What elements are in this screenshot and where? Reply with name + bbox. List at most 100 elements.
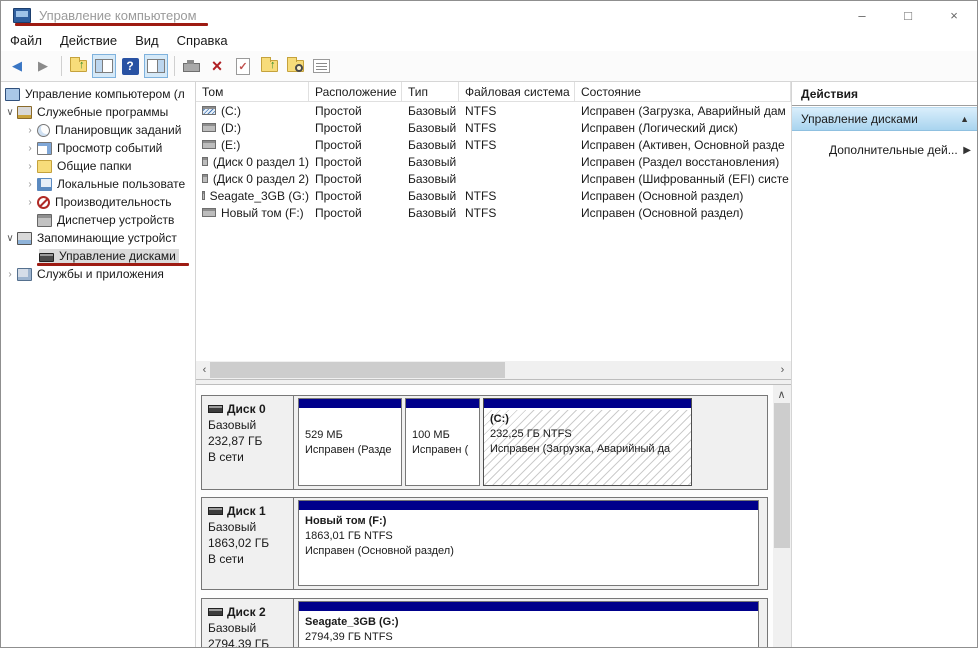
up-level-button[interactable]: ↑ — [66, 54, 90, 78]
toolbar: ◀ ▶ ↑ ? × ✓ ↑ — [1, 51, 977, 82]
vertical-scrollbar[interactable]: ∧ — [773, 385, 791, 647]
disk-row-2: Диск 2 Базовый 2794,39 ГБ Seagate_3GB (G… — [201, 598, 768, 647]
tree-item-local-users[interactable]: › Локальные пользовате — [1, 175, 195, 193]
volume-icon — [202, 123, 216, 132]
column-header-filesystem[interactable]: Файловая система — [459, 82, 575, 101]
table-row[interactable]: (C:) Простой Базовый NTFS Исправен (Загр… — [196, 102, 791, 119]
tree-item-shared-folders[interactable]: › Общие папки — [1, 157, 195, 175]
disk-graphical-view: Диск 0 Базовый 232,87 ГБ В сети 529 МБ И… — [196, 385, 791, 647]
computer-icon — [5, 88, 20, 101]
menu-bar: Файл Действие Вид Справка — [1, 29, 977, 51]
properties-button[interactable]: ✓ — [231, 54, 255, 78]
red-underline-annotation-tree — [37, 263, 189, 266]
column-header-status[interactable]: Состояние — [575, 82, 791, 101]
disk-device-icon — [183, 63, 200, 72]
open-button[interactable]: ↑ — [257, 54, 281, 78]
disk-icon — [208, 608, 223, 616]
scroll-right-icon[interactable]: › — [774, 361, 791, 379]
disk-1-partitions: Новый том (F:) 1863,01 ГБ NTFS Исправен … — [294, 498, 767, 589]
help-icon: ? — [122, 58, 139, 75]
column-header-type[interactable]: Тип — [402, 82, 459, 101]
tree-item-computer-management[interactable]: Управление компьютером (л — [1, 85, 195, 103]
disk-management-icon — [39, 253, 54, 262]
chevron-down-icon[interactable]: ∨ — [3, 107, 17, 118]
column-header-layout[interactable]: Расположение — [309, 82, 402, 101]
export-list-button[interactable] — [309, 54, 333, 78]
volume-icon — [202, 174, 208, 183]
column-header-volume[interactable]: Том — [196, 82, 309, 101]
tree-item-services[interactable]: › Службы и приложения — [1, 265, 195, 283]
partition-g[interactable]: Seagate_3GB (G:) 2794,39 ГБ NTFS — [298, 601, 759, 647]
app-icon — [13, 8, 31, 23]
tree-item-device-manager[interactable]: Диспетчер устройств — [1, 211, 195, 229]
delete-icon: × — [212, 56, 223, 77]
disk-row-0: Диск 0 Базовый 232,87 ГБ В сети 529 МБ И… — [201, 395, 768, 490]
horizontal-scrollbar[interactable]: ‹ › — [196, 361, 791, 379]
tree-item-storage[interactable]: ∨ Запоминающие устройст — [1, 229, 195, 247]
volume-icon — [202, 140, 216, 149]
tree-item-performance[interactable]: › Производительность — [1, 193, 195, 211]
scroll-up-icon[interactable]: ∧ — [773, 385, 790, 403]
vertical-scroll-thumb[interactable] — [774, 403, 790, 548]
close-button[interactable]: × — [931, 1, 977, 29]
disk-1-info[interactable]: Диск 1 Базовый 1863,02 ГБ В сети — [202, 498, 294, 589]
chevron-right-icon[interactable]: › — [23, 125, 37, 136]
maximize-button[interactable]: □ — [885, 1, 931, 29]
console-tree: Управление компьютером (л ∨ Служебные пр… — [1, 82, 196, 647]
selected-tree-item[interactable]: Управление дисками — [39, 249, 179, 263]
disk-0-info[interactable]: Диск 0 Базовый 232,87 ГБ В сети — [202, 396, 294, 489]
table-row[interactable]: (D:) Простой Базовый NTFS Исправен (Логи… — [196, 119, 791, 136]
tree-item-event-viewer[interactable]: › Просмотр событий — [1, 139, 195, 157]
help-button[interactable]: ? — [118, 54, 142, 78]
menu-view[interactable]: Вид — [126, 29, 168, 51]
menu-action[interactable]: Действие — [51, 29, 126, 51]
tree-item-task-scheduler[interactable]: › Планировщик заданий — [1, 121, 195, 139]
chevron-down-icon[interactable]: ∨ — [3, 233, 17, 244]
delete-volume-button[interactable]: × — [205, 54, 229, 78]
table-row[interactable]: (Диск 0 раздел 1) Простой Базовый Исправ… — [196, 153, 791, 170]
disk-2-partitions: Seagate_3GB (G:) 2794,39 ГБ NTFS — [294, 599, 767, 647]
table-row[interactable]: (Диск 0 раздел 2) Простой Базовый Исправ… — [196, 170, 791, 187]
magnifier-icon — [295, 64, 303, 72]
collapse-icon[interactable]: ▲ — [960, 114, 969, 124]
center-pane: Том Расположение Тип Файловая система Со… — [196, 82, 791, 647]
tools-icon — [17, 106, 32, 119]
minimize-button[interactable]: – — [839, 1, 885, 29]
table-row[interactable]: (E:) Простой Базовый NTFS Исправен (Акти… — [196, 136, 791, 153]
menu-help[interactable]: Справка — [168, 29, 237, 51]
chevron-right-icon[interactable]: › — [23, 143, 37, 154]
actions-more-item[interactable]: Дополнительные дей... ▶ — [792, 139, 977, 161]
chevron-right-icon[interactable]: › — [23, 161, 37, 172]
show-action-pane-button[interactable] — [144, 54, 168, 78]
partition-color-bar — [299, 399, 401, 410]
table-row[interactable]: Seagate_3GB (G:) Простой Базовый NTFS Ис… — [196, 187, 791, 204]
volume-list: Том Расположение Тип Файловая система Со… — [196, 82, 791, 379]
partition-efi[interactable]: 100 МБ Исправен ( — [405, 398, 480, 486]
forward-button[interactable]: ▶ — [31, 54, 55, 78]
chevron-right-icon[interactable]: › — [23, 179, 37, 190]
show-console-tree-button[interactable] — [92, 54, 116, 78]
tree-item-system-tools[interactable]: ∨ Служебные программы — [1, 103, 195, 121]
chevron-right-icon[interactable]: › — [23, 197, 37, 208]
back-button[interactable]: ◀ — [5, 54, 29, 78]
chevron-right-icon[interactable]: › — [3, 269, 17, 280]
actions-group-disk-management[interactable]: Управление дисками ▲ — [792, 107, 977, 131]
table-row[interactable]: Новый том (F:) Простой Базовый NTFS Испр… — [196, 204, 791, 221]
volume-icon — [202, 191, 205, 200]
rescan-disks-button[interactable] — [179, 54, 203, 78]
disk-2-info[interactable]: Диск 2 Базовый 2794,39 ГБ — [202, 599, 294, 647]
volume-icon — [202, 157, 208, 166]
menu-file[interactable]: Файл — [1, 29, 51, 51]
explore-button[interactable] — [283, 54, 307, 78]
toolbar-separator — [61, 56, 62, 76]
submenu-arrow-icon: ▶ — [963, 145, 971, 156]
partition-f[interactable]: Новый том (F:) 1863,01 ГБ NTFS Исправен … — [298, 500, 759, 586]
horizontal-scroll-thumb[interactable] — [210, 362, 505, 378]
partition-recovery[interactable]: 529 МБ Исправен (Разде — [298, 398, 402, 486]
toolbar-separator — [174, 56, 175, 76]
partition-c-selected[interactable]: (C:) 232,25 ГБ NTFS Исправен (Загрузка, … — [483, 398, 692, 486]
red-underline-annotation-title — [15, 23, 208, 26]
performance-icon — [37, 196, 50, 209]
storage-icon — [17, 232, 32, 245]
partition-color-bar — [299, 602, 758, 613]
